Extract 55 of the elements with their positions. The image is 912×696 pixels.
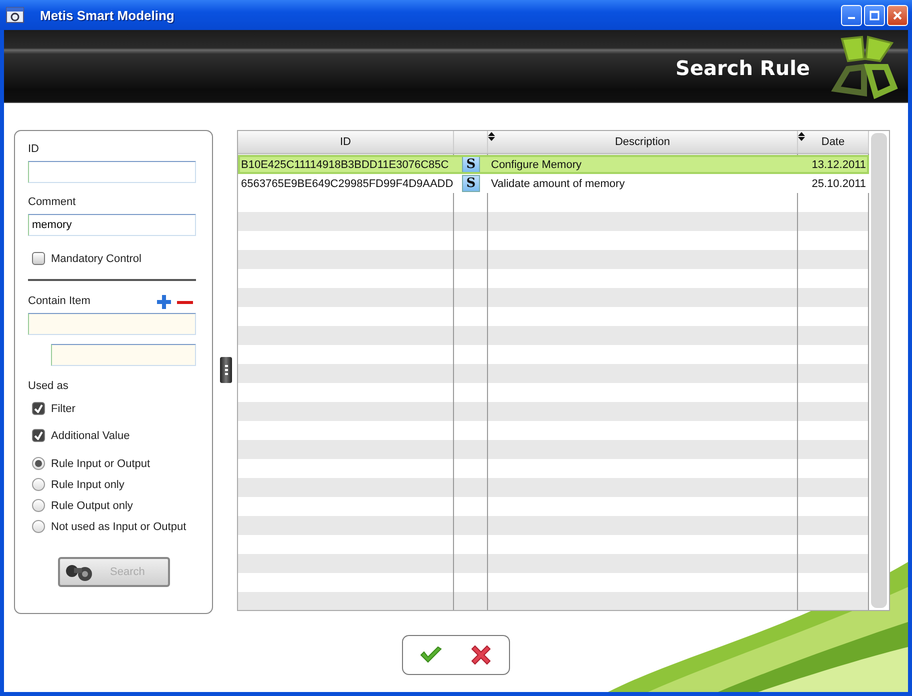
window-title: Metis Smart Modeling — [40, 8, 176, 22]
radio-label: Rule Input only — [51, 478, 124, 490]
field-label: Comment — [28, 196, 77, 210]
id-cell-text: B10E425C11114918B3BDD11E3076C85C — [240, 158, 450, 170]
app-icon — [6, 7, 24, 23]
id-field[interactable] — [28, 161, 196, 183]
sort-icon — [488, 132, 495, 141]
table-row[interactable]: 6563765E9BE649C29985FD99F4D9AADD S Validate amount of memory 25.10.2011 — [238, 174, 869, 193]
logo-icon — [828, 33, 900, 99]
close-button[interactable] — [887, 4, 908, 26]
add-icon — [157, 295, 171, 309]
ok-button[interactable] — [420, 646, 442, 664]
checkbox-label: Mandatory Control — [51, 252, 142, 264]
s-badge: S — [462, 156, 480, 173]
close-icon — [892, 10, 903, 20]
checkbox[interactable] — [32, 402, 45, 415]
field-label: ID — [28, 143, 40, 157]
cross-icon — [470, 644, 492, 666]
item-value-field[interactable] — [51, 344, 196, 366]
maximize-button[interactable] — [864, 4, 885, 26]
checkmark-icon — [420, 646, 442, 664]
sort-icon — [798, 132, 805, 141]
column-header[interactable]: ID — [238, 131, 454, 153]
radio-button[interactable] — [32, 520, 45, 533]
id-cell-text: 6563765E9BE649C29985FD99F4D9AADD — [240, 178, 454, 190]
checkbox-label: Filter — [51, 402, 76, 414]
splitter-handle[interactable] — [220, 357, 232, 383]
page-title: Search Rule — [676, 56, 810, 80]
maximize-icon — [869, 10, 880, 20]
radio-button[interactable] — [32, 499, 45, 512]
s-badge: S — [462, 175, 480, 192]
radio-label: Rule Output only — [51, 500, 133, 512]
minimize-icon — [848, 17, 855, 19]
radio-button[interactable] — [32, 478, 45, 491]
description-cell-text: Validate amount of memory — [490, 178, 626, 190]
date-cell-text: 25.10.2011 — [810, 178, 867, 190]
field-label: Contain Item — [28, 295, 92, 309]
checkbox[interactable] — [32, 429, 45, 442]
radio-button[interactable] — [32, 457, 45, 470]
scrollbar[interactable] — [871, 133, 887, 608]
table-row[interactable]: B10E425C11114918B3BDD11E3076C85C S Configure Memory 13.12.2011 — [238, 155, 869, 174]
checkbox[interactable] — [32, 252, 45, 265]
item-field[interactable] — [28, 313, 196, 335]
column-header[interactable]: Description — [488, 131, 798, 153]
checkbox-label: Additional Value — [51, 430, 130, 442]
comment-field[interactable]: memory — [28, 214, 196, 236]
date-cell-text: 13.12.2011 — [810, 158, 867, 170]
description-cell-text: Configure Memory — [490, 158, 582, 170]
radio-label: Rule Input or Output — [51, 458, 150, 470]
field-label: Used as — [28, 380, 70, 394]
column-header[interactable]: Date — [798, 131, 869, 153]
binoculars-icon — [64, 562, 94, 582]
cancel-button[interactable] — [470, 644, 492, 666]
minimize-button[interactable] — [841, 4, 862, 26]
radio-label: Not used as Input or Output — [51, 520, 186, 532]
